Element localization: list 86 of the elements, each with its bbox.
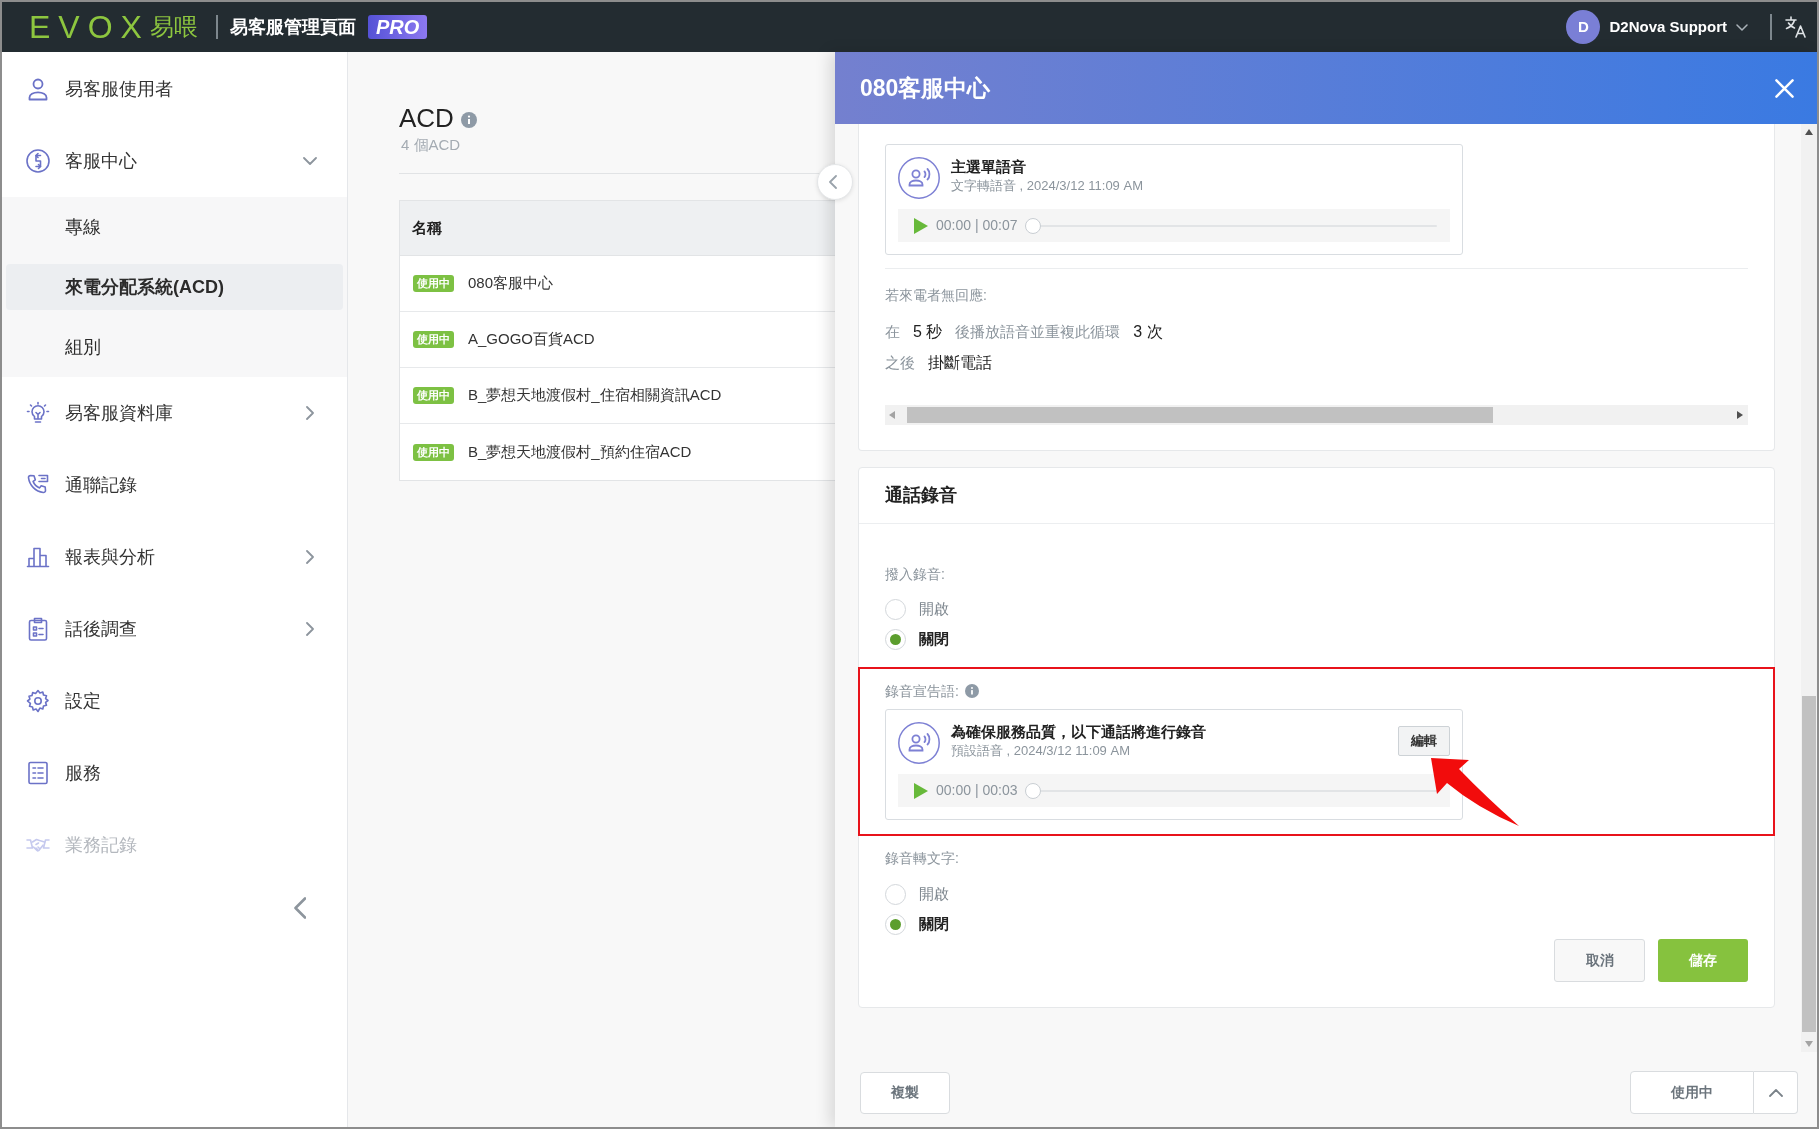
setting-label: 後播放語音並重複此循環 — [955, 321, 1121, 342]
caret-down-icon[interactable] — [1736, 23, 1748, 31]
user-avatar[interactable]: D — [1566, 10, 1601, 44]
sidebar-item[interactable]: 易客服使用者 — [2, 53, 347, 125]
submenu-item[interactable]: 專線 — [6, 204, 343, 250]
person-icon — [26, 77, 50, 101]
option-label[interactable]: 開啟 — [919, 597, 949, 621]
audio-meta: 文字轉語音 , 2024/3/12 11:09 AM — [951, 177, 1143, 195]
status-badge: 使用中 — [413, 443, 454, 461]
lightbulb-icon — [26, 401, 50, 425]
option-label[interactable]: 開啟 — [919, 882, 949, 906]
scrollbar-thumb[interactable] — [907, 407, 1493, 423]
play-icon[interactable] — [914, 217, 928, 234]
acd-name[interactable]: 080客服中心 — [468, 272, 554, 295]
caret-up-icon — [1768, 1088, 1783, 1097]
page-subtitle: 4 個ACD — [400, 135, 462, 155]
expand-button[interactable] — [1754, 1071, 1798, 1114]
sidebar-item[interactable]: 話後調查 — [2, 593, 347, 665]
slider-thumb[interactable] — [1025, 217, 1042, 234]
chevron-left-icon — [829, 175, 837, 189]
page-title: ACD — [399, 102, 454, 134]
scroll-up-icon[interactable] — [1805, 129, 1813, 135]
status-badge: 使用中 — [413, 387, 454, 404]
cancel-button[interactable]: 取消 — [1554, 939, 1645, 982]
acd-name[interactable]: B_夢想天地渡假村_住宿相關資訊ACD — [468, 384, 722, 407]
scroll-right-icon[interactable] — [1737, 411, 1743, 419]
voice-icon — [898, 722, 940, 764]
sidebar-item[interactable]: 客服中心 — [2, 125, 347, 197]
scroll-down-icon[interactable] — [1805, 1041, 1813, 1047]
logo-text: EVOX — [29, 11, 150, 43]
setting-value: 5 秒 — [913, 322, 943, 342]
info-icon[interactable] — [460, 111, 477, 128]
brand-name: 易喂 — [149, 15, 198, 39]
radio-button[interactable] — [885, 598, 906, 620]
chevron-left-icon[interactable] — [294, 897, 306, 919]
audio-title: 主選單語音 — [951, 157, 1027, 177]
app-title: 易客服管理頁面 — [229, 15, 356, 39]
submenu-item[interactable]: 組別 — [6, 324, 343, 370]
sidebar-item[interactable]: 易客服資料庫 — [2, 377, 347, 449]
sidebar-item[interactable]: 設定 — [2, 665, 347, 737]
radio-button[interactable] — [885, 883, 906, 905]
field-label: 錄音宣告語: — [885, 682, 959, 701]
status-button[interactable]: 使用中 — [1630, 1071, 1754, 1114]
voice-icon — [898, 157, 940, 199]
field-label: 若來電者無回應: — [885, 286, 988, 305]
circular-arrows-icon — [26, 149, 50, 173]
info-icon[interactable] — [964, 684, 979, 698]
column-header: 名稱 — [412, 217, 442, 238]
submenu-item[interactable]: 來電分配系統(ACD) — [6, 264, 343, 310]
field-label: 撥入錄音: — [885, 565, 946, 584]
edition-badge: PRO — [367, 15, 428, 39]
option-label[interactable]: 關閉 — [919, 627, 949, 651]
option-label[interactable]: 關閉 — [919, 912, 949, 936]
sidebar-item[interactable]: 服務 — [2, 737, 347, 809]
setting-label: 在 — [885, 321, 900, 342]
radio-button[interactable] — [885, 913, 906, 935]
bar-chart-icon — [26, 545, 50, 569]
radio-button[interactable] — [885, 628, 906, 650]
copy-button[interactable]: 複製 — [860, 1071, 950, 1114]
playback-time: 00:00 | 00:03 — [936, 781, 1018, 800]
status-badge: 使用中 — [413, 331, 454, 348]
close-icon[interactable] — [1775, 78, 1794, 98]
scrollbar-thumb[interactable] — [1802, 696, 1816, 1032]
edit-button[interactable]: 編輯 — [1398, 726, 1450, 756]
playback-time: 00:00 | 00:07 — [936, 216, 1018, 235]
setting-label: 之後 — [885, 352, 915, 373]
clipboard-icon — [26, 617, 50, 641]
settings-icon — [26, 689, 50, 713]
audio-title: 為確保服務品質，以下通話將進行錄音 — [951, 722, 1206, 742]
sidebar-item[interactable]: 報表與分析 — [2, 521, 347, 593]
setting-value: 3 次 — [1133, 322, 1163, 342]
play-icon[interactable] — [914, 782, 928, 799]
acd-name[interactable]: B_夢想天地渡假村_預約住宿ACD — [468, 440, 692, 464]
user-name[interactable]: D2Nova Support — [1609, 15, 1727, 39]
audio-meta: 預設語音 , 2024/3/12 11:09 AM — [951, 742, 1131, 760]
acd-name[interactable]: A_GOGO百貨ACD — [468, 328, 595, 351]
slider-thumb[interactable] — [1025, 782, 1042, 799]
status-badge: 使用中 — [413, 275, 454, 292]
list-icon — [26, 761, 50, 785]
sidebar-item[interactable]: 通聯記錄 — [2, 449, 347, 521]
scroll-left-icon[interactable] — [889, 411, 895, 419]
translate-icon[interactable] — [1785, 16, 1807, 38]
setting-value: 掛斷電話 — [928, 353, 992, 373]
field-label: 錄音轉文字: — [885, 849, 960, 868]
card-title: 通話錄音 — [885, 484, 957, 507]
drawer-title: 080客服中心 — [860, 73, 991, 103]
